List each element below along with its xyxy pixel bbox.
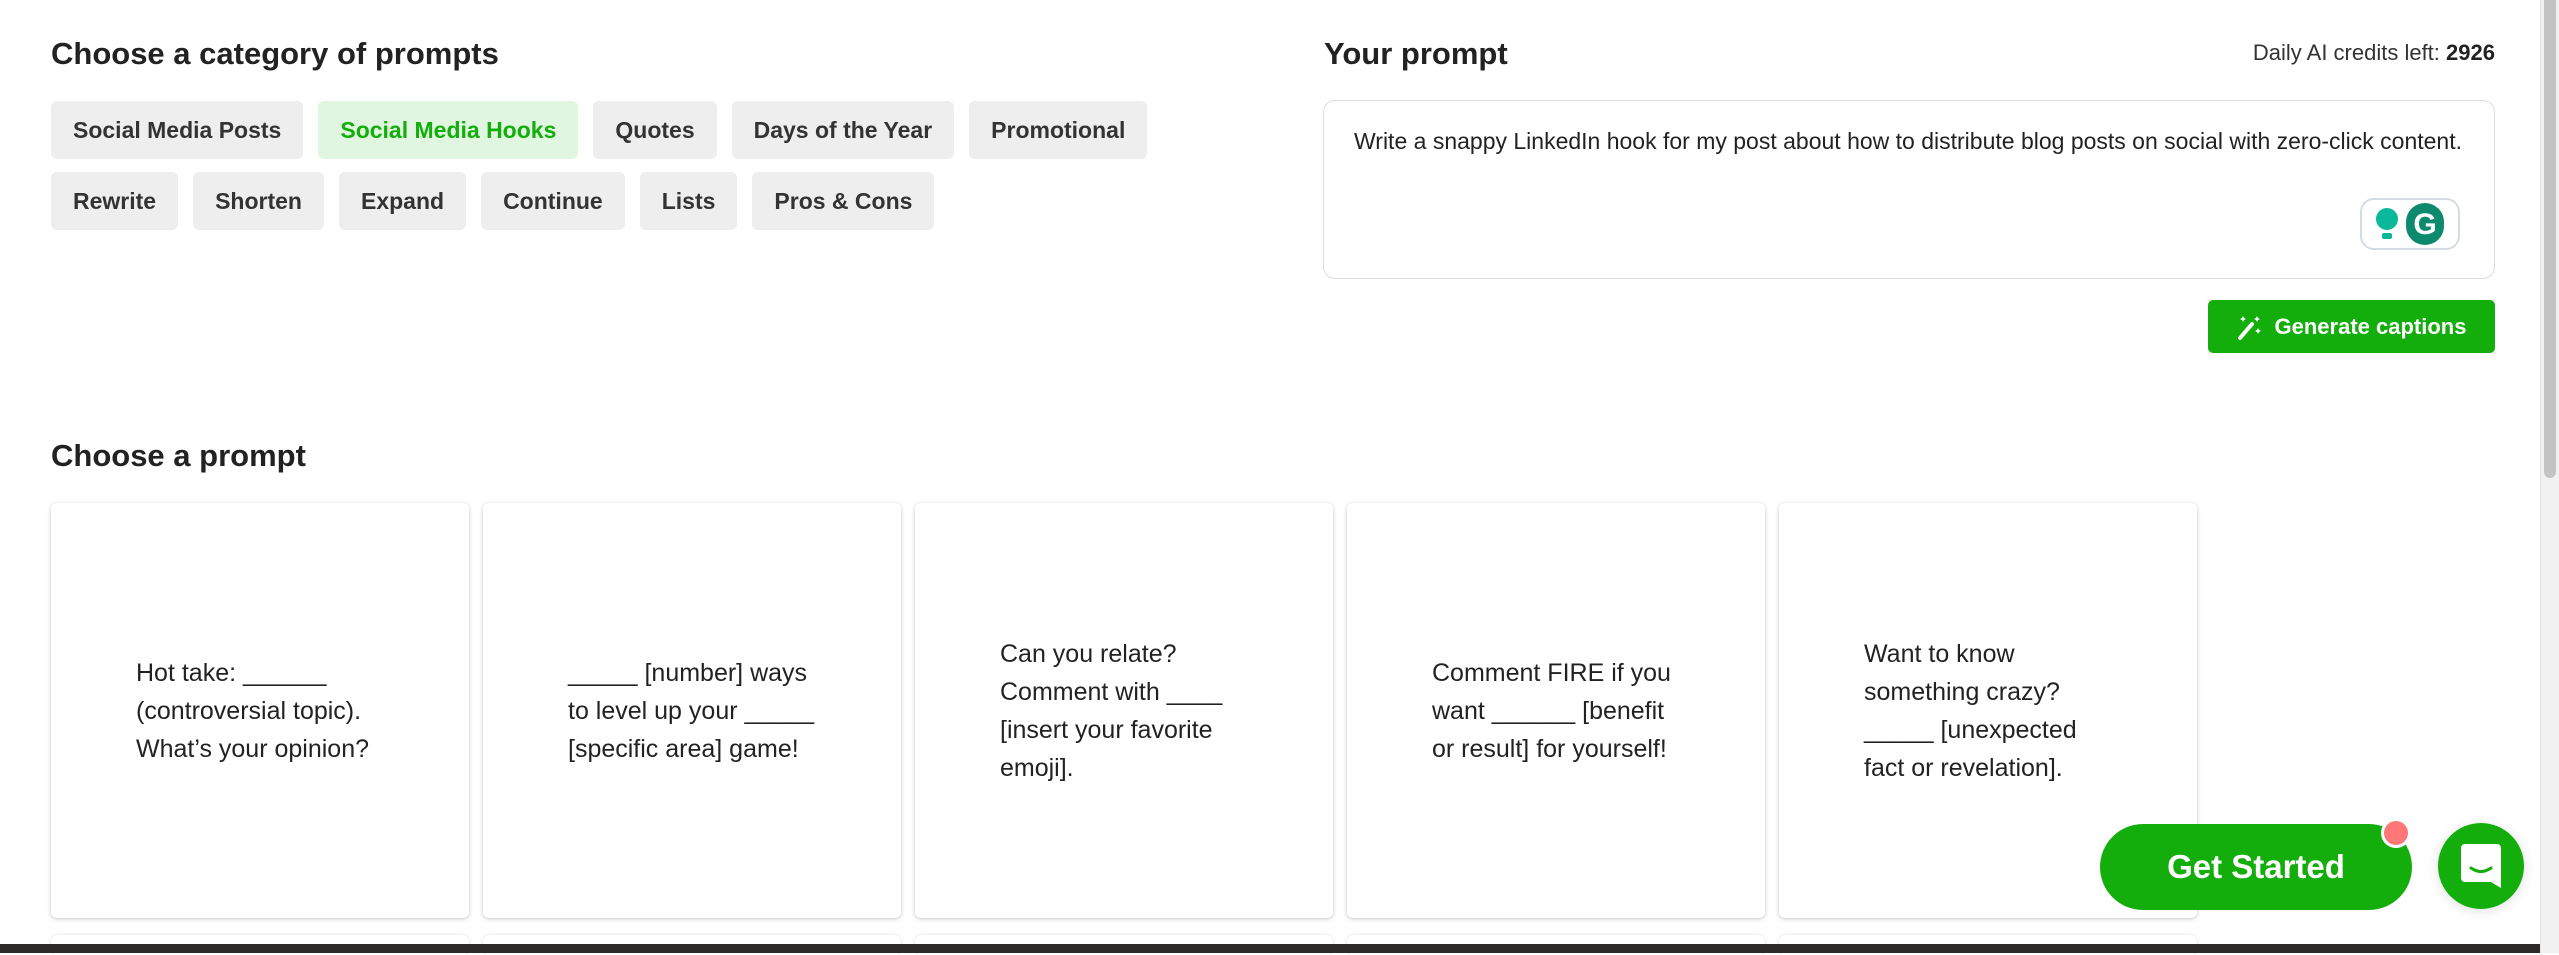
get-started-button[interactable]: Get Started: [2100, 824, 2412, 910]
prompt-card[interactable]: Comment FIRE if you want ______ [benefit…: [1347, 503, 1765, 918]
prompt-textarea[interactable]: Write a snappy LinkedIn hook for my post…: [1323, 100, 2495, 279]
chip-promotional[interactable]: Promotional: [969, 101, 1148, 159]
chat-button[interactable]: [2438, 823, 2524, 909]
prompt-card[interactable]: Hot take: ______ (controversial topic). …: [51, 503, 469, 918]
scrollbar-thumb[interactable]: [2544, 0, 2556, 478]
category-chips: Social Media Posts Social Media Hooks Qu…: [51, 101, 1251, 243]
chip-expand[interactable]: Expand: [338, 172, 467, 230]
chip-lists[interactable]: Lists: [639, 172, 738, 230]
lightbulb-icon: [2376, 208, 2398, 240]
chip-continue[interactable]: Continue: [481, 172, 625, 230]
chip-social-media-hooks[interactable]: Social Media Hooks: [318, 101, 579, 159]
grammarly-icon: G: [2406, 203, 2444, 245]
credits-value: 2926: [2446, 40, 2495, 65]
chip-pros-cons[interactable]: Pros & Cons: [752, 172, 935, 230]
choose-prompt-title: Choose a prompt: [51, 438, 306, 473]
chat-icon: [2461, 844, 2501, 888]
magic-wand-icon: [2237, 315, 2261, 340]
credits-label: Daily AI credits left:: [2252, 40, 2440, 65]
chip-quotes[interactable]: Quotes: [593, 101, 717, 159]
bottom-bar: [0, 944, 2540, 953]
prompt-card[interactable]: Can you relate? Comment with ____ [inser…: [915, 503, 1333, 918]
prompt-cards: Hot take: ______ (controversial topic). …: [51, 503, 2197, 918]
notification-dot: [2381, 818, 2411, 848]
category-title: Choose a category of prompts: [51, 36, 499, 71]
generate-captions-button[interactable]: Generate captions: [2208, 300, 2495, 353]
chip-social-media-posts[interactable]: Social Media Posts: [51, 101, 304, 159]
prompt-text: Write a snappy LinkedIn hook for my post…: [1354, 128, 2462, 154]
credits-counter: Daily AI credits left: 2926: [2253, 40, 2495, 66]
prompt-card[interactable]: _____ [number] ways to level up your ___…: [483, 503, 901, 918]
prompt-title: Your prompt: [1324, 36, 1508, 71]
chip-days-of-the-year[interactable]: Days of the Year: [731, 101, 955, 159]
generate-label: Generate captions: [2274, 313, 2467, 339]
chip-rewrite[interactable]: Rewrite: [51, 172, 179, 230]
chip-shorten[interactable]: Shorten: [193, 172, 324, 230]
scrollbar[interactable]: [2540, 0, 2559, 953]
grammarly-widget[interactable]: G: [2360, 198, 2460, 250]
